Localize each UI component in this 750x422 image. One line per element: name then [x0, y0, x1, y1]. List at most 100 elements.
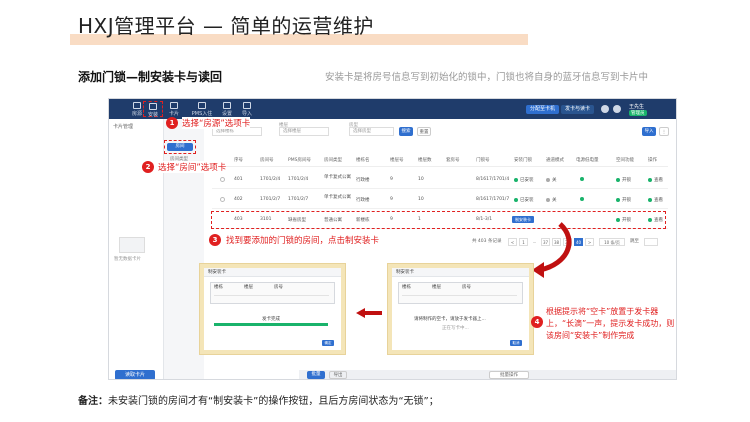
status-dot [514, 197, 518, 202]
cell-power [580, 197, 586, 203]
nav-item-settings[interactable]: 设置 [217, 101, 237, 117]
room-type-select[interactable]: 选择房型 [349, 127, 394, 136]
batch-operation-select[interactable]: 批量操作 [489, 371, 529, 379]
cell-building: 行政楼 [356, 178, 370, 183]
card-icon [170, 102, 178, 109]
dialog-writing-card: 制安装卡 楼栋 楼层 房号 请将制作的空卡，请放于发卡器上... 正在写卡中..… [388, 264, 533, 354]
dialog-ok-button[interactable]: 确定 [322, 340, 334, 346]
room-tab-button[interactable]: 房间 [167, 143, 193, 151]
row-radio[interactable] [220, 177, 225, 182]
status-dot [616, 177, 620, 182]
table-row[interactable]: 402 1701/2/7 1701/2/7 单卡复式公寓 行政楼 9 10 8/… [212, 191, 668, 209]
goto-input[interactable] [644, 238, 658, 246]
step-text-1: 选择“房源”选项卡 [182, 117, 251, 129]
nav-item-install[interactable]: 安装 [143, 101, 163, 118]
step-text-3: 找到要添加的门锁的房间，点击制安装卡 [226, 234, 380, 246]
reset-button[interactable]: 重置 [417, 127, 431, 136]
dialog-status: 发卡完成 [262, 317, 280, 322]
cell-floor: 9 [390, 177, 393, 182]
step-badge-1: 1 [166, 117, 178, 129]
install-icon [149, 103, 157, 110]
dialog-col-floor: 楼层 [244, 285, 253, 290]
column-header: PMS房间号 [288, 158, 311, 163]
cell-room: 1701/2/7 [260, 197, 281, 202]
cell-channel: 关 [546, 197, 557, 203]
step-text-4: 根据提示将“空卡”放置于发卡器上，“长滴”一声，提示发卡成功，则该房间“安装卡”… [546, 307, 675, 340]
cell-floors: 10 [418, 177, 424, 182]
card-management-pane: 卡片管理 暂无数据卡片 读取卡片 [109, 119, 164, 379]
progress-bar [214, 323, 328, 326]
more-button[interactable]: ⋮ [659, 127, 669, 136]
column-header: 空间功能 [616, 158, 634, 163]
batch-button[interactable]: 批量 [307, 371, 325, 379]
status-dot [648, 177, 652, 182]
table-row[interactable]: 401 1701/2/4 1701/2/4 单卡复式公寓 行政楼 9 10 8/… [212, 171, 668, 189]
goto-label: 跳至 [630, 239, 639, 244]
cell-room: 1701/2/4 [260, 177, 281, 182]
status-dot [514, 177, 518, 182]
table-header: 序号 房间号 PMS房间号 房间类型 楼栋名 楼层号 楼层数 套房号 门锁号 安… [212, 153, 668, 167]
export-button[interactable]: 导出 [329, 371, 347, 379]
section-title: 添加门锁—制安装卡与读回 [78, 70, 223, 84]
pager-next[interactable]: > [585, 238, 594, 246]
column-header: 安装门锁 [514, 158, 532, 163]
cell-func: 开锁 [616, 177, 631, 183]
step-badge-2: 2 [142, 161, 154, 173]
empty-card-icon [119, 237, 145, 253]
dialog-hint: 正在写卡中... [442, 326, 469, 331]
cell-pms: 1701/2/4 [288, 177, 309, 182]
column-header: 序号 [234, 158, 243, 163]
pager-prev[interactable]: < [508, 238, 517, 246]
avatar[interactable] [613, 105, 621, 113]
cell-building: 行政楼 [356, 198, 370, 203]
cell-lock: 8/1617/1701/7 [476, 197, 510, 202]
assign-card-machine-button[interactable]: 分配至卡机 [526, 105, 560, 114]
import-button[interactable]: 导入 [642, 127, 656, 136]
status-dot [546, 177, 550, 182]
column-header: 房间类型 [324, 158, 342, 163]
dialog-col-room: 房号 [462, 285, 471, 290]
row-radio[interactable] [220, 197, 225, 202]
column-header: 楼层数 [418, 158, 432, 163]
read-card-button[interactable]: 读取卡片 [115, 370, 155, 379]
top-navigation-bar: 房源 安装 卡片 PMS入住 设置 导入 分配至卡机 发卡与读卡 王先生 管理员 [109, 99, 676, 119]
step-badge-3: 3 [209, 234, 221, 246]
dialog-col-room: 房号 [274, 285, 283, 290]
room-tree-pane: 房间 房间类型 [164, 119, 202, 379]
notification-icon[interactable] [601, 105, 609, 113]
column-header: 电源低电量 [576, 158, 599, 163]
gear-icon [223, 102, 231, 109]
column-header: 套房号 [446, 158, 460, 163]
cell-func: 开锁 [616, 197, 631, 203]
section-description: 安装卡是将房号信息写到初始化的锁中，门锁也将自身的蓝牙信息写到卡片中 [325, 72, 649, 83]
cell-op[interactable]: 查看 [648, 197, 663, 203]
step-text-2: 选择“房间”选项卡 [158, 161, 227, 173]
dialog-info-box [398, 282, 523, 304]
house-icon [133, 102, 141, 109]
nav-item-pms[interactable]: PMS入住 [189, 101, 215, 117]
footnote: 备注：未安装门锁的房间才有“制安装卡”的操作按钮，且后方房间状态为“无锁”； [78, 396, 439, 407]
user-role-badge: 管理员 [629, 110, 647, 116]
search-button[interactable]: 搜索 [399, 127, 413, 136]
issue-read-card-button[interactable]: 发卡与读卡 [561, 105, 595, 114]
nav-item-import[interactable]: 导入 [237, 101, 257, 117]
status-dot [616, 197, 620, 202]
dialog-card-done: 制安装卡 楼栋 楼层 房号 发卡完成 确定 [200, 264, 345, 354]
progress-fill [214, 323, 328, 326]
floor-select[interactable]: 选择楼层 [279, 127, 329, 136]
status-dot [546, 197, 550, 202]
cell-type: 单卡复式公寓 [324, 195, 351, 200]
divider [214, 295, 329, 296]
page-size-select[interactable]: 10 条/页 [599, 238, 625, 246]
cell-type: 单卡复式公寓 [324, 175, 351, 180]
dialog-col-floor: 楼层 [432, 285, 441, 290]
column-header: 门锁号 [476, 158, 490, 163]
cell-op[interactable]: 查看 [648, 177, 663, 183]
cell-installed: 已安装 [514, 197, 534, 203]
cell-floors: 10 [418, 197, 424, 202]
column-header: 操作 [648, 158, 657, 163]
dialog-prompt: 请将制作的空卡，请放于发卡器上... [414, 317, 486, 322]
nav-item-cards[interactable]: 卡片 [164, 101, 184, 117]
user-name: 王先生 [629, 104, 645, 110]
dialog-cancel-button[interactable]: 取消 [510, 340, 522, 346]
